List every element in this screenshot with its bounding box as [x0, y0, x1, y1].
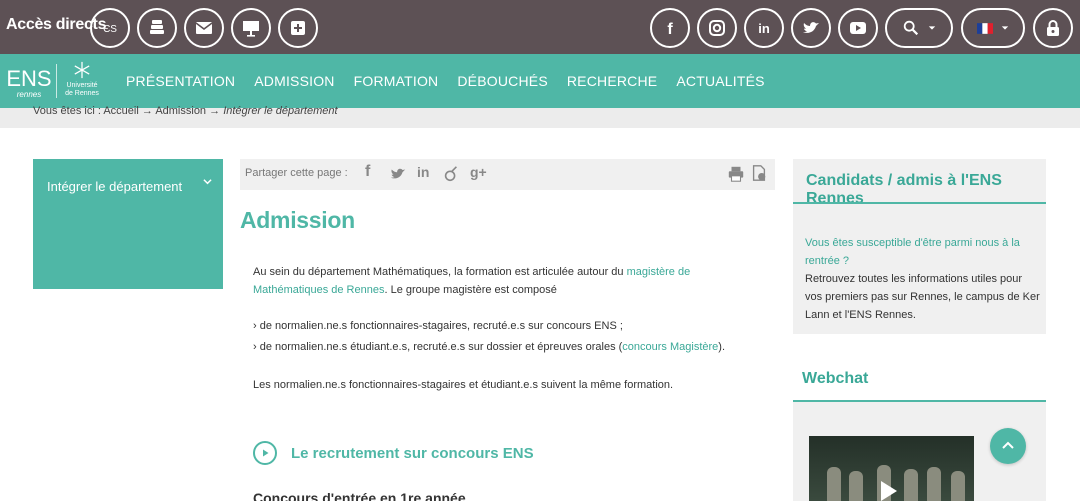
linkedin-share-icon[interactable]: in — [417, 164, 429, 180]
candidats-box: Candidats / admis à l'ENS Rennes Vous êt… — [793, 159, 1046, 334]
formation-paragraph: Les normalien.ne.s fonctionnaires-stagai… — [253, 379, 674, 391]
intro-text-b: . Le groupe magistère est composé — [384, 284, 557, 296]
twitter-share-icon[interactable] — [389, 165, 407, 188]
bullet-item-1: › de normalien.ne.s fonctionnaires-staga… — [253, 320, 623, 332]
google-plus-share-icon[interactable]: g+ — [470, 164, 487, 180]
language-selector[interactable] — [961, 8, 1025, 48]
back-to-top-button[interactable] — [990, 428, 1026, 464]
rentree-link[interactable]: Vous êtes susceptible d'être parmi nous … — [805, 237, 1020, 267]
main-nav-bar: ENS rennes Université de Rennes PRÉSENTA… — [0, 54, 1080, 108]
mail-icon[interactable] — [184, 8, 224, 48]
french-flag-icon — [977, 22, 993, 34]
intro-text-a: Au sein du département Mathématiques, la… — [253, 266, 627, 278]
bullet2-text-b: ). — [718, 341, 726, 353]
breadcrumb-current: Intégrer le département — [223, 105, 338, 117]
bullet2-text-a: › de normalien.ne.s étudiant.e.s, recrut… — [253, 341, 623, 353]
breadcrumb-arrow: → — [141, 105, 153, 117]
universite-rennes-logo[interactable]: Université de Rennes — [62, 61, 102, 101]
sidebar-item-integrer[interactable]: Intégrer le département — [47, 179, 182, 194]
svg-text:f: f — [667, 21, 673, 38]
ens-rennes-icon[interactable]: ЄS — [90, 8, 130, 48]
svg-text:ENS: ENS — [6, 66, 51, 91]
instagram-icon[interactable] — [697, 8, 737, 48]
concours-magistere-link[interactable]: concours Magistère — [622, 341, 718, 353]
webchat-title: Webchat — [802, 370, 869, 387]
breadcrumb: Vous êtes ici : Accueil → Admission → In… — [33, 105, 338, 117]
candidats-description: Retrouvez toutes les informations utiles… — [805, 273, 1040, 321]
universite-rennes-text: Université de Rennes — [65, 82, 99, 97]
section-title: Le recrutement sur concours ENS — [291, 444, 534, 462]
chevron-down-icon[interactable] — [203, 177, 212, 189]
intro-paragraph: Au sein du département Mathématiques, la… — [253, 263, 723, 299]
breadcrumb-home[interactable]: Accueil — [103, 105, 138, 117]
svg-text:in: in — [758, 21, 770, 36]
nav-item-debouches[interactable]: DÉBOUCHÉS — [457, 73, 547, 89]
chevron-down-icon — [1001, 26, 1009, 30]
nav-item-admission[interactable]: ADMISSION — [254, 73, 334, 89]
breadcrumb-prefix: Vous êtes ici : — [33, 105, 101, 117]
youtube-icon[interactable] — [838, 8, 878, 48]
linkedin-icon[interactable]: in — [744, 8, 784, 48]
svg-text:ЄS: ЄS — [103, 24, 117, 35]
logo-separator — [56, 64, 57, 98]
presentation-board-icon[interactable] — [231, 8, 271, 48]
plus-square-icon[interactable] — [278, 8, 318, 48]
facebook-share-icon[interactable]: f — [365, 163, 370, 181]
concours-heading: Concours d'entrée en 1re année — [253, 490, 466, 501]
breadcrumb-arrow: → — [209, 105, 221, 117]
print-icon[interactable] — [727, 165, 745, 188]
play-icon[interactable] — [881, 481, 897, 501]
snowflake-logo-icon — [74, 61, 90, 79]
share-document-icon[interactable] — [750, 164, 768, 187]
top-bar: Accès directs ЄS f in — [0, 0, 1080, 54]
webchat-video-thumbnail[interactable] — [809, 436, 974, 501]
bullet-item-2: › de normalien.ne.s étudiant.e.s, recrut… — [253, 338, 725, 356]
ens-rennes-logo[interactable]: ENS rennes — [6, 62, 52, 100]
candidats-text: Vous êtes susceptible d'être parmi nous … — [805, 234, 1041, 324]
chevron-down-icon — [928, 26, 936, 30]
divider — [793, 202, 1046, 204]
search-icon — [903, 20, 919, 36]
search-button[interactable] — [885, 8, 953, 48]
books-icon[interactable] — [137, 8, 177, 48]
viadeo-share-icon[interactable] — [442, 165, 460, 188]
share-bar: Partager cette page : f in g+ — [240, 159, 775, 190]
nav-items: PRÉSENTATION ADMISSION FORMATION DÉBOUCH… — [126, 73, 784, 89]
nav-item-recherche[interactable]: RECHERCHE — [567, 73, 657, 89]
play-circle-icon — [253, 441, 277, 465]
chevron-up-icon — [1002, 441, 1014, 449]
breadcrumb-admission[interactable]: Admission — [155, 105, 206, 117]
breadcrumb-bar: Vous êtes ici : Accueil → Admission → In… — [0, 105, 1080, 128]
section-recrutement[interactable]: Le recrutement sur concours ENS — [253, 441, 534, 465]
facebook-icon[interactable]: f — [650, 8, 690, 48]
twitter-icon[interactable] — [791, 8, 831, 48]
share-label: Partager cette page : — [245, 167, 348, 179]
page-title: Admission — [240, 207, 355, 233]
svg-text:rennes: rennes — [17, 90, 41, 99]
lock-icon[interactable] — [1033, 8, 1073, 48]
sidebar-menu: Intégrer le département — [33, 159, 223, 289]
nav-item-actualites[interactable]: ACTUALITÉS — [676, 73, 764, 89]
nav-item-presentation[interactable]: PRÉSENTATION — [126, 73, 235, 89]
nav-item-formation[interactable]: FORMATION — [354, 73, 439, 89]
